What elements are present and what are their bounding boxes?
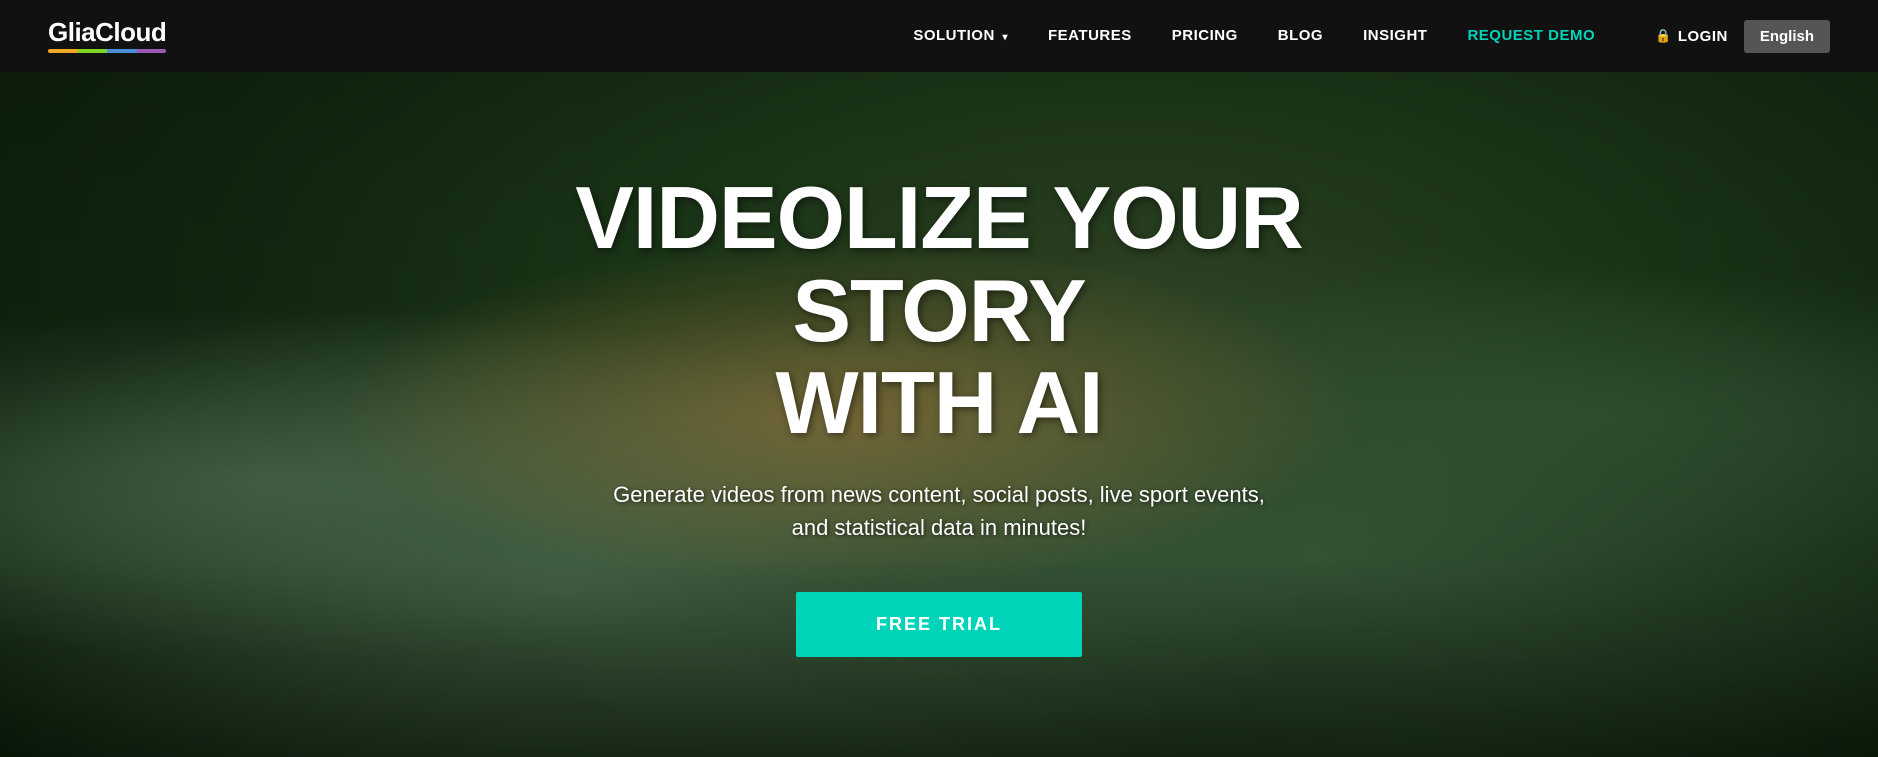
logo[interactable]: GliaCloud <box>48 19 166 53</box>
logo-text: GliaCloud <box>48 19 166 45</box>
nav-item-solution[interactable]: SOLUTION ▾ <box>913 27 1008 45</box>
hero-title: VIDEOLIZE YOUR STORY WITH AI <box>509 172 1369 449</box>
chevron-down-icon: ▾ <box>1002 32 1008 43</box>
nav-link-pricing[interactable]: PRICING <box>1172 27 1238 44</box>
nav-link-features[interactable]: FEATURES <box>1048 27 1132 44</box>
hero-subtitle: Generate videos from news content, socia… <box>559 478 1319 544</box>
hero-section: VIDEOLIZE YOUR STORY WITH AI Generate vi… <box>0 72 1878 757</box>
language-selector[interactable]: English <box>1744 20 1830 53</box>
hero-content: VIDEOLIZE YOUR STORY WITH AI Generate vi… <box>489 172 1389 656</box>
nav-item-request-demo[interactable]: REQUEST DEMO <box>1467 27 1595 45</box>
nav-link-solution[interactable]: SOLUTION ▾ <box>913 27 1008 44</box>
free-trial-button[interactable]: FREE TRIAL <box>796 592 1082 657</box>
nav-item-insight[interactable]: INSIGHT <box>1363 27 1427 45</box>
nav-link-insight[interactable]: INSIGHT <box>1363 27 1427 44</box>
login-button[interactable]: 🔒 LOGIN <box>1655 28 1728 45</box>
nav-item-features[interactable]: FEATURES <box>1048 27 1132 45</box>
nav-right: 🔒 LOGIN English <box>1655 20 1830 53</box>
logo-underline <box>48 49 166 53</box>
nav-item-blog[interactable]: BLOG <box>1278 27 1323 45</box>
nav-link-request-demo[interactable]: REQUEST DEMO <box>1467 27 1595 44</box>
navbar: GliaCloud SOLUTION ▾ FEATURES PRICING BL… <box>0 0 1878 72</box>
nav-item-pricing[interactable]: PRICING <box>1172 27 1238 45</box>
nav-link-blog[interactable]: BLOG <box>1278 27 1323 44</box>
lock-icon: 🔒 <box>1655 28 1672 44</box>
nav-links: SOLUTION ▾ FEATURES PRICING BLOG INSIGHT… <box>913 27 1595 45</box>
